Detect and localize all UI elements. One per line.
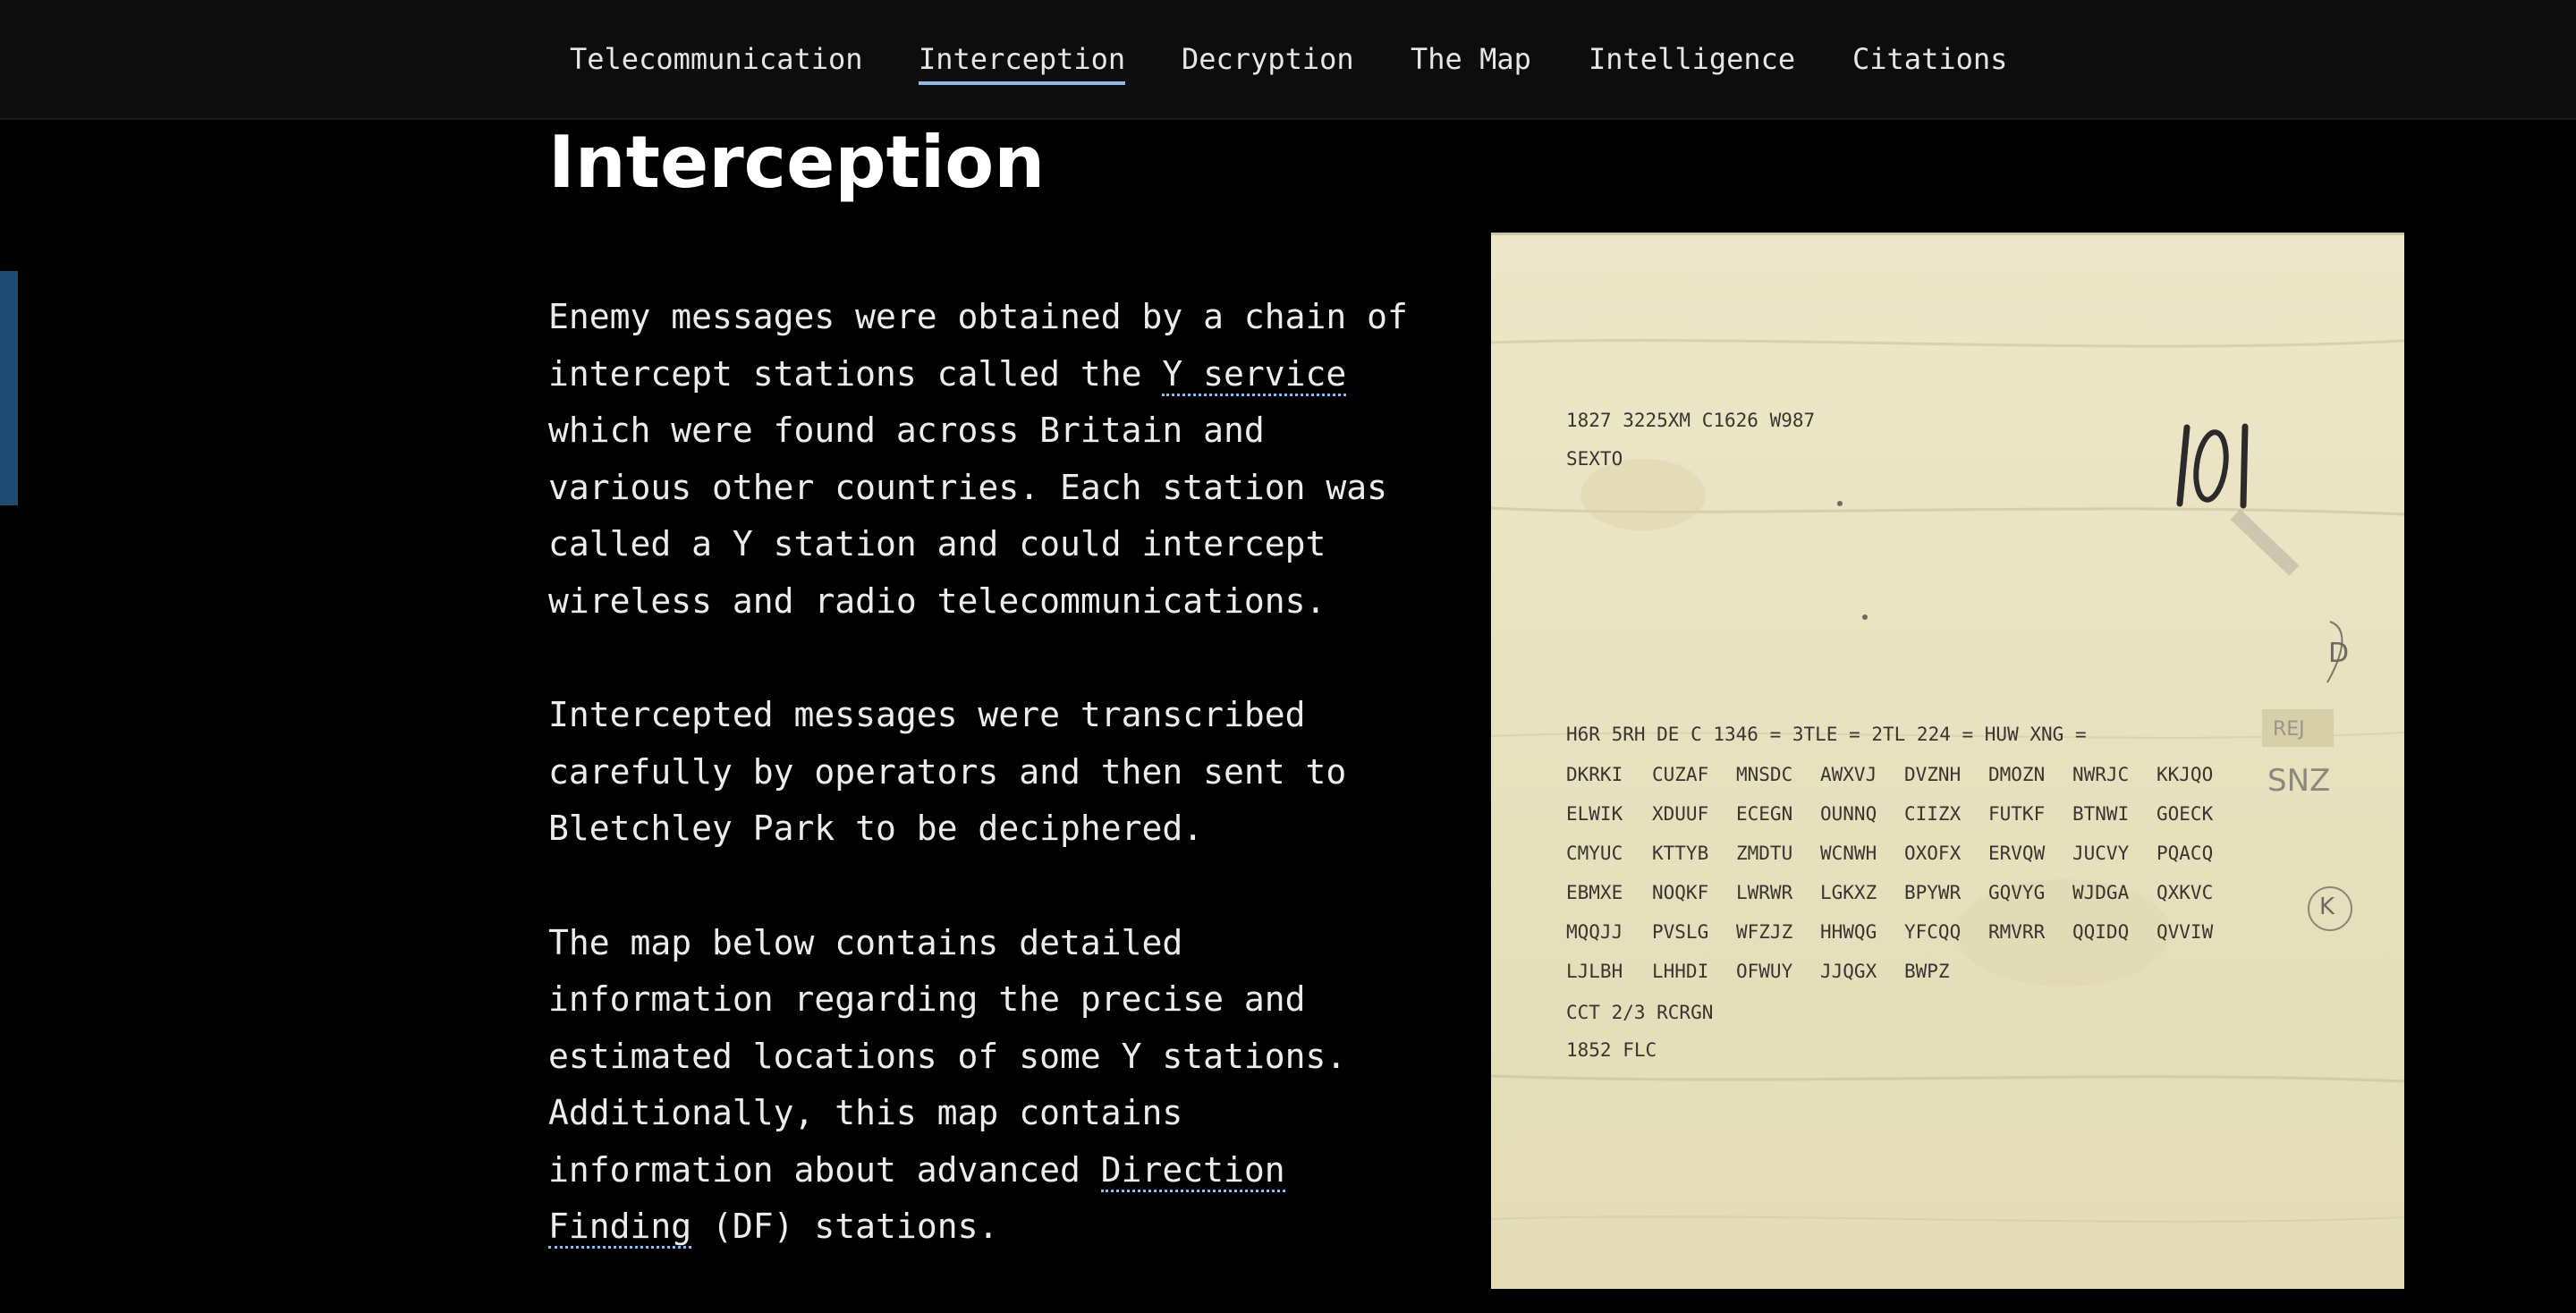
cipher-group: LGKXZ [1820,882,1877,903]
cipher-group: QVVIW [2157,921,2214,943]
cipher-group: RMVRR [1988,921,2046,943]
cipher-group: GQVYG [1988,882,2046,903]
cipher-group: XDUUF [1652,803,1709,825]
cipher-group: CIIZX [1904,803,1962,825]
paragraph-text: The map below contains detailed informat… [548,922,1347,1190]
main-text: Enemy messages were obtained by a chain … [548,289,1425,1313]
cipher-group: EBMXE [1566,882,1623,903]
cipher-group: GOECK [2157,803,2214,825]
cipher-group: NWRJC [2072,764,2130,785]
cipher-group: DVZNH [1904,764,1962,785]
cipher-group: HHWQG [1820,921,1877,943]
cipher-group: YFCQQ [1904,921,1962,943]
message-header-line: 1827 3225XM C1626 W987 [1566,410,1816,431]
paragraph-transcription: Intercepted messages were transcribed ca… [548,695,1347,848]
message-preamble: H6R 5RH DE C 1346 = 3TLE = 2TL 224 = HUW… [1566,724,2087,745]
cipher-group: LJLBH [1566,961,1623,982]
nav-interception[interactable]: Interception [919,42,1126,85]
paper-texture [1491,339,2404,1223]
cipher-group: KTTYB [1652,843,1709,864]
cipher-group: OUNNQ [1820,803,1877,825]
cipher-group: NOQKF [1652,882,1709,903]
message-footer-line-2: 1852 FLC [1566,1039,1657,1061]
cipher-group: KKJQO [2157,764,2214,785]
cipher-group: JUCVY [2072,843,2130,864]
cipher-group: ELWIK [1566,803,1623,825]
handwritten-number [2176,423,2249,509]
cipher-group: LHHDI [1652,961,1709,982]
message-header-line-2: SEXTO [1566,448,1623,470]
cipher-group: QXKVC [2157,882,2214,903]
cipher-group: BWPZ [1904,961,1950,982]
margin-note-k: K [2319,894,2335,920]
top-navigation: Telecommunication Interception Decryptio… [0,0,2576,120]
nav-telecommunication[interactable]: Telecommunication [570,42,863,76]
page-title: Interception [548,121,1046,204]
cipher-group: ERVQW [1988,843,2046,864]
cipher-group: CUZAF [1652,764,1709,785]
nav-the-map[interactable]: The Map [1411,42,1531,76]
cipher-group: JJQGX [1820,961,1877,982]
intercepted-message-image: 1827 3225XM C1626 W987 SEXTO H6R 5RH DE … [1491,233,2404,1289]
cipher-group: LWRWR [1736,882,1793,903]
cipher-group: PQACQ [2157,843,2214,864]
nav-citations[interactable]: Citations [1852,42,2007,76]
cipher-group: DKRKI [1566,764,1623,785]
message-footer-line: CCT 2/3 RCRGN [1566,1002,1714,1023]
cipher-group: BTNWI [2072,803,2130,825]
nav-intelligence[interactable]: Intelligence [1589,42,1795,76]
paragraph-text: (DF) stations. [691,1207,999,1246]
cipher-group: PVSLG [1652,921,1709,943]
cipher-group: QQIDQ [2072,921,2130,943]
cipher-group: MNSDC [1736,764,1793,785]
cipher-group: ECEGN [1736,803,1793,825]
cipher-group: ZMDTU [1736,843,1793,864]
cipher-group: AWXVJ [1820,764,1877,785]
y-service-link[interactable]: Y service [1162,353,1347,396]
nav-decryption[interactable]: Decryption [1182,42,1354,76]
cipher-group: DMOZN [1988,764,2046,785]
side-drawer-tab[interactable] [0,271,18,505]
cipher-group: WJDGA [2072,882,2130,903]
cipher-group: FUTKF [1988,803,2046,825]
paragraph-map: The map below contains detailed informat… [548,915,1425,1256]
cipher-group: MQQJJ [1566,921,1623,943]
cipher-group: BPYWR [1904,882,1962,903]
cipher-group: OXOFX [1904,843,1962,864]
cipher-group: OFWUY [1736,961,1793,982]
cipher-group: WCNWH [1820,843,1877,864]
margin-note-d: D [2328,638,2350,669]
cipher-group: CMYUC [1566,843,1623,864]
paragraph-y-service: Enemy messages were obtained by a chain … [548,289,1425,630]
margin-note-snz: SNZ [2267,763,2331,799]
margin-stamp-rej: REJ [2273,718,2305,741]
paragraph-text: which were found across Britain and vari… [548,411,1387,621]
cipher-group: WFZJZ [1736,921,1793,943]
